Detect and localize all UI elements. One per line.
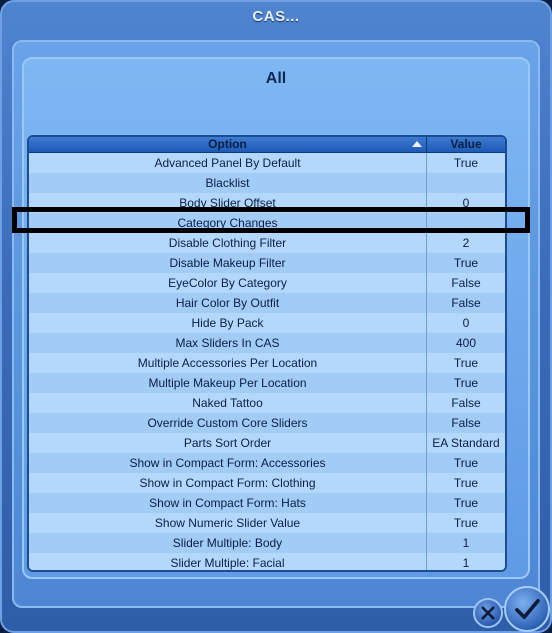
value-cell: False [451, 296, 481, 310]
table-row[interactable]: Multiple Makeup Per Location True [29, 373, 505, 393]
value-cell: 0 [462, 316, 470, 330]
option-cell: Override Custom Core Sliders [29, 413, 427, 433]
option-cell: Body Slider Offset [29, 193, 427, 213]
option-cell: Hair Color By Outfit [29, 293, 427, 313]
value-cell: 2 [462, 236, 470, 250]
table-row[interactable]: Show in Compact Form: Clothing True [29, 473, 505, 493]
option-cell: Show Numeric Slider Value [29, 513, 427, 533]
value-cell [427, 173, 505, 193]
option-cell: Multiple Makeup Per Location [29, 373, 427, 393]
table-row[interactable]: Slider Multiple: Facial 1 [29, 553, 505, 570]
table-row[interactable]: Disable Clothing Filter 2 [29, 233, 505, 253]
option-cell: Parts Sort Order [29, 433, 427, 453]
value-cell: 400 [455, 336, 477, 350]
table-row[interactable]: Hide By Pack 0 [29, 313, 505, 333]
value-cell: True [453, 356, 479, 370]
value-cell: False [451, 416, 481, 430]
table-row[interactable]: Show Numeric Slider Value True [29, 513, 505, 533]
value-cell: False [451, 276, 481, 290]
option-cell: Show in Compact Form: Hats [29, 493, 427, 513]
option-cell: Hide By Pack [29, 313, 427, 333]
value-cell: 0 [462, 196, 470, 210]
option-cell: Category Changes [29, 213, 427, 233]
value-cell: True [453, 456, 479, 470]
table-row[interactable]: Category Changes [29, 213, 505, 233]
options-table: Option Value Advanced Panel By Default Tr… [27, 135, 507, 572]
cancel-button[interactable] [473, 598, 503, 628]
checkmark-icon [515, 598, 540, 620]
option-cell: Show in Compact Form: Accessories [29, 453, 427, 473]
close-icon [481, 606, 495, 620]
value-cell: 1 [462, 556, 470, 570]
table-row[interactable]: Naked Tattoo False [29, 393, 505, 413]
table-row[interactable]: Show in Compact Form: Accessories True [29, 453, 505, 473]
table-header: Option Value [29, 137, 505, 153]
table-row[interactable]: Disable Makeup Filter True [29, 253, 505, 273]
option-cell: Slider Multiple: Body [29, 533, 427, 553]
option-cell: Multiple Accessories Per Location [29, 353, 427, 373]
table-row[interactable]: Slider Multiple: Body 1 [29, 533, 505, 553]
value-cell [427, 213, 505, 233]
column-header-value[interactable]: Value [427, 137, 505, 152]
value-cell: True [453, 496, 479, 510]
window-title: CAS... [252, 8, 300, 25]
column-header-option-label: Option [208, 137, 247, 151]
table-row[interactable]: Multiple Accessories Per Location True [29, 353, 505, 373]
table-row[interactable]: Parts Sort Order EA Standard [29, 433, 505, 453]
table-row[interactable]: EyeColor By Category False [29, 273, 505, 293]
option-cell: Disable Clothing Filter [29, 233, 427, 253]
option-cell: Disable Makeup Filter [29, 253, 427, 273]
value-cell: False [451, 396, 481, 410]
table-row[interactable]: Hair Color By Outfit False [29, 293, 505, 313]
table-row[interactable]: Max Sliders In CAS 400 [29, 333, 505, 353]
value-cell: True [453, 476, 479, 490]
table-row[interactable]: Show in Compact Form: Hats True [29, 493, 505, 513]
value-cell: True [453, 376, 479, 390]
option-cell: Naked Tattoo [29, 393, 427, 413]
confirm-button[interactable] [504, 586, 550, 632]
sort-ascending-icon[interactable] [412, 141, 422, 147]
option-cell: Slider Multiple: Facial [29, 553, 427, 570]
option-cell: EyeColor By Category [29, 273, 427, 293]
value-cell: EA Standard [432, 436, 500, 450]
option-cell: Show in Compact Form: Clothing [29, 473, 427, 493]
table-row[interactable]: Blacklist [29, 173, 505, 193]
option-cell: Advanced Panel By Default [29, 153, 427, 173]
table-row[interactable]: Override Custom Core Sliders False [29, 413, 505, 433]
value-cell: 1 [462, 536, 470, 550]
option-cell: Blacklist [29, 173, 427, 193]
table-body: Advanced Panel By Default True Blacklist Bo… [29, 153, 505, 570]
table-row[interactable]: Advanced Panel By Default True [29, 153, 505, 173]
value-cell: True [453, 516, 479, 530]
value-cell: True [453, 156, 479, 170]
option-cell: Max Sliders In CAS [29, 333, 427, 353]
table-row[interactable]: Body Slider Offset 0 [29, 193, 505, 213]
panel-heading: All [265, 70, 287, 87]
value-cell: True [453, 256, 479, 270]
column-header-option[interactable]: Option [29, 137, 427, 152]
